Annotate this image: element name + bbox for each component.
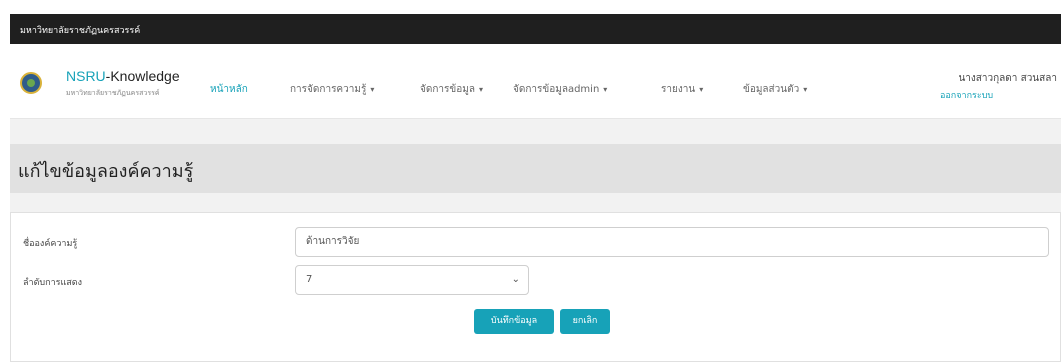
save-button[interactable]: บันทึกข้อมูล [474, 309, 554, 334]
top-bar: มหาวิทยาลัยราชภัฏนครสวรรค์ [10, 14, 1061, 44]
chevron-down-icon: ▾ [603, 85, 608, 94]
nav-item-label: การจัดการความรู้ [290, 84, 367, 95]
display-order-value: 7 [306, 274, 313, 285]
nav-item-home[interactable]: หน้าหลัก [210, 82, 248, 97]
chevron-down-icon: ▾ [803, 85, 808, 94]
logout-link[interactable]: ออกจากระบบ [940, 88, 993, 102]
nav-item-label: จัดการข้อมูล [420, 84, 475, 95]
nav-item-admin-data[interactable]: จัดการข้อมูลadmin ▾ [513, 82, 607, 97]
nav-item-data-management[interactable]: จัดการข้อมูล ▾ [420, 82, 483, 97]
chevron-down-icon: ⌄ [511, 274, 520, 285]
brand-title[interactable]: NSRU-Knowledge [66, 68, 180, 84]
nav-item-reports[interactable]: รายงาน ▾ [661, 82, 703, 97]
nav-item-knowledge-management[interactable]: การจัดการความรู้ ▾ [290, 82, 374, 97]
nav-item-label: หน้าหลัก [210, 84, 248, 95]
knowledge-name-label: ชื่อองค์ความรู้ [23, 239, 78, 249]
nav-item-label: จัดการข้อมูลadmin [513, 84, 600, 95]
display-order-label: ลำดับการแสดง [23, 278, 82, 288]
cancel-button[interactable]: ยกเลิก [560, 309, 610, 334]
edit-form-panel: ชื่อองค์ความรู้ ด้านการวิจัย ลำดับการแสด… [10, 212, 1061, 362]
page-header: แก้ไขข้อมูลองค์ความรู้ [10, 144, 1061, 193]
chevron-down-icon: ▾ [478, 85, 483, 94]
university-logo-icon[interactable] [20, 72, 42, 94]
app-window: มหาวิทยาลัยราชภัฏนครสวรรค์ NSRU-Knowledg… [10, 14, 1061, 362]
page-title: แก้ไขข้อมูลองค์ความรู้ [18, 161, 194, 182]
display-order-select[interactable]: 7 ⌄ [295, 265, 529, 295]
navbar: NSRU-Knowledge มหาวิทยาลัยราชภัฏนครสวรรค… [10, 44, 1061, 119]
chevron-down-icon: ▾ [370, 85, 375, 94]
nav-item-label: ข้อมูลส่วนตัว [743, 84, 800, 95]
university-name: มหาวิทยาลัยราชภัฏนครสวรรค์ [20, 26, 141, 36]
user-name: นางสาวกุลดา สวนสลา [958, 73, 1057, 84]
chevron-down-icon: ▾ [699, 85, 704, 94]
knowledge-name-input[interactable]: ด้านการวิจัย [295, 227, 1049, 257]
brand-prefix: NSRU [66, 68, 106, 84]
nav-item-profile[interactable]: ข้อมูลส่วนตัว ▾ [743, 82, 807, 97]
nav-item-label: รายงาน [661, 84, 696, 95]
brand-suffix: -Knowledge [105, 68, 180, 84]
brand-subtitle: มหาวิทยาลัยราชภัฏนครสวรรค์ [66, 89, 160, 97]
